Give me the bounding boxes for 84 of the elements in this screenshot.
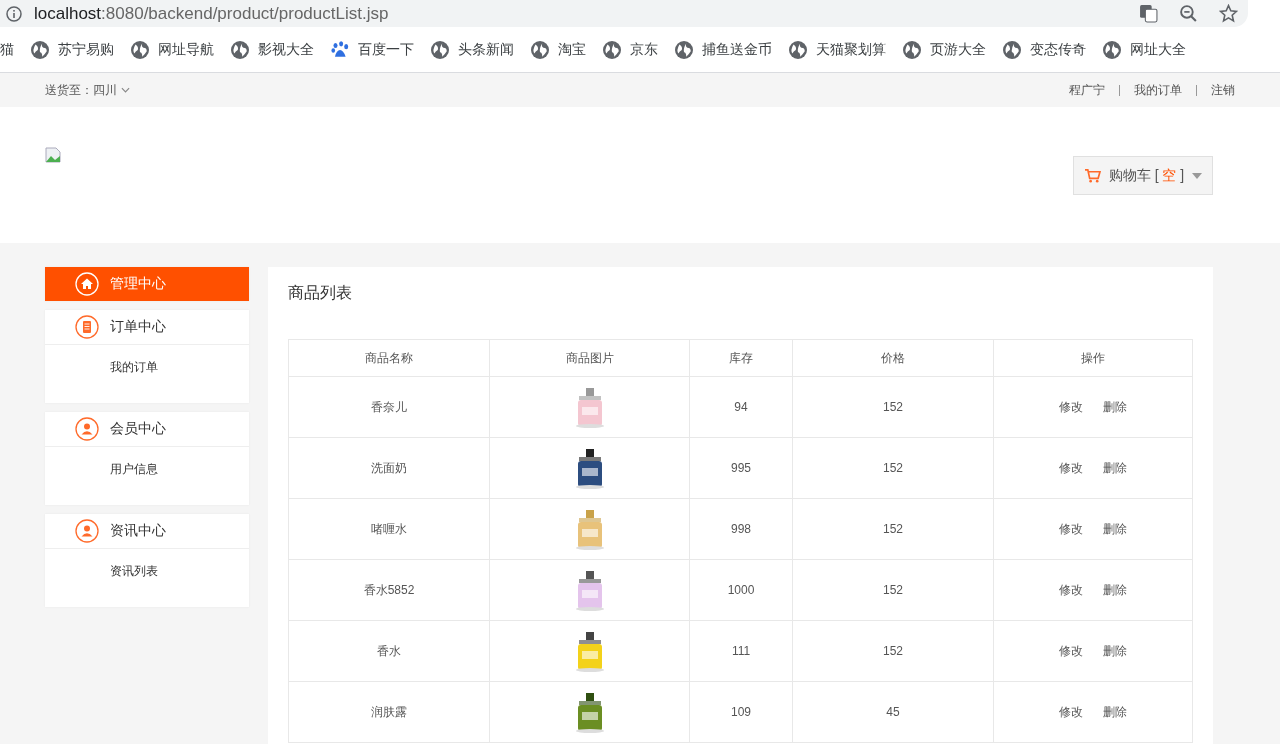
globe-icon	[1103, 40, 1121, 59]
globe-icon	[31, 40, 49, 59]
cart-button[interactable]: 购物车 [ 空 ]	[1073, 156, 1213, 195]
person-icon	[75, 519, 99, 543]
bookmark[interactable]: 网址导航	[131, 40, 214, 59]
table-cell: 152	[792, 376, 994, 438]
delivery-location[interactable]: 送货至：四川	[45, 81, 117, 99]
info-icon[interactable]	[6, 5, 22, 22]
action-link[interactable]: 删除	[1103, 582, 1127, 597]
cart-icon	[1083, 168, 1101, 183]
action-link[interactable]: 修改	[1059, 399, 1083, 414]
table-cell: 94	[689, 376, 793, 438]
globe-icon	[431, 40, 449, 59]
translate-icon[interactable]	[1139, 4, 1158, 23]
bookmark[interactable]: 头条新闻	[431, 40, 514, 59]
table-cell: 995	[689, 437, 793, 499]
action-link[interactable]: 修改	[1059, 582, 1083, 597]
action-link[interactable]: 修改	[1059, 643, 1083, 658]
header-link[interactable]: 我的订单	[1134, 81, 1182, 99]
bookmark[interactable]: 变态传奇	[1003, 40, 1086, 59]
star-icon[interactable]	[1219, 4, 1238, 23]
bookmark[interactable]: 天猫聚划算	[789, 40, 886, 59]
globe-icon	[789, 40, 807, 59]
action-link[interactable]: 删除	[1103, 521, 1127, 536]
table-cell: 1000	[689, 559, 793, 621]
table-cell: 45	[792, 681, 994, 743]
table-cell: 152	[792, 437, 994, 499]
document-icon	[75, 315, 99, 339]
action-link[interactable]: 修改	[1059, 704, 1083, 719]
table-cell: 152	[792, 559, 994, 621]
table-cell: 香水	[288, 620, 490, 682]
sidebar-heading[interactable]: 会员中心	[45, 412, 249, 447]
column-header: 商品图片	[489, 339, 690, 377]
action-link[interactable]: 删除	[1103, 704, 1127, 719]
table-cell: 洗面奶	[288, 437, 490, 499]
action-link[interactable]: 删除	[1103, 399, 1127, 414]
table-cell: 152	[792, 498, 994, 560]
action-link[interactable]: 删除	[1103, 643, 1127, 658]
table-cell: 111	[689, 620, 793, 682]
bookmark[interactable]: 影视大全	[231, 40, 314, 59]
header-link[interactable]: 程广宁	[1069, 81, 1105, 99]
action-link[interactable]: 修改	[1059, 460, 1083, 475]
globe-icon	[231, 40, 249, 59]
column-header: 价格	[792, 339, 994, 377]
sidebar-heading[interactable]: 订单中心	[45, 310, 249, 345]
sidebar-heading[interactable]: 资讯中心	[45, 514, 249, 549]
bookmark[interactable]: 苏宁易购	[31, 40, 114, 59]
globe-icon	[531, 40, 549, 59]
table-cell: 润肤露	[288, 681, 490, 743]
globe-icon	[903, 40, 921, 59]
table-cell: 998	[689, 498, 793, 560]
bookmark[interactable]: 猫	[0, 40, 14, 59]
bookmark[interactable]: 网址大全	[1103, 40, 1186, 59]
broken-image-icon	[45, 147, 61, 163]
sidebar-item[interactable]: 我的订单	[110, 357, 249, 377]
table-cell: 109	[689, 681, 793, 743]
globe-icon	[603, 40, 621, 59]
globe-icon	[675, 40, 693, 59]
table-cell: 香水5852	[288, 559, 490, 621]
action-link[interactable]: 修改	[1059, 521, 1083, 536]
person-icon	[75, 417, 99, 441]
bookmark[interactable]: 淘宝	[531, 40, 586, 59]
header-link[interactable]: 注销	[1211, 81, 1235, 99]
bookmark[interactable]: 捕鱼送金币	[675, 40, 772, 59]
chevron-icon[interactable]	[121, 87, 130, 93]
home-icon	[75, 272, 99, 296]
sidebar-item[interactable]: 用户信息	[110, 459, 249, 479]
paw-icon	[331, 40, 349, 59]
column-header: 库存	[689, 339, 793, 377]
column-header: 商品名称	[288, 339, 490, 377]
page-title: 商品列表	[288, 283, 353, 303]
globe-icon	[1003, 40, 1021, 59]
bookmark[interactable]: 百度一下	[331, 40, 414, 59]
action-link[interactable]: 删除	[1103, 460, 1127, 475]
table-cell: 152	[792, 620, 994, 682]
bookmark[interactable]: 页游大全	[903, 40, 986, 59]
globe-icon	[131, 40, 149, 59]
column-header: 操作	[993, 339, 1193, 377]
table-cell: 香奈儿	[288, 376, 490, 438]
bookmark[interactable]: 京东	[603, 40, 658, 59]
caret-icon	[1192, 172, 1203, 179]
sidebar-item[interactable]: 资讯列表	[110, 561, 249, 581]
zoom-out-icon[interactable]	[1179, 4, 1198, 23]
table-cell: 啫喱水	[288, 498, 490, 560]
